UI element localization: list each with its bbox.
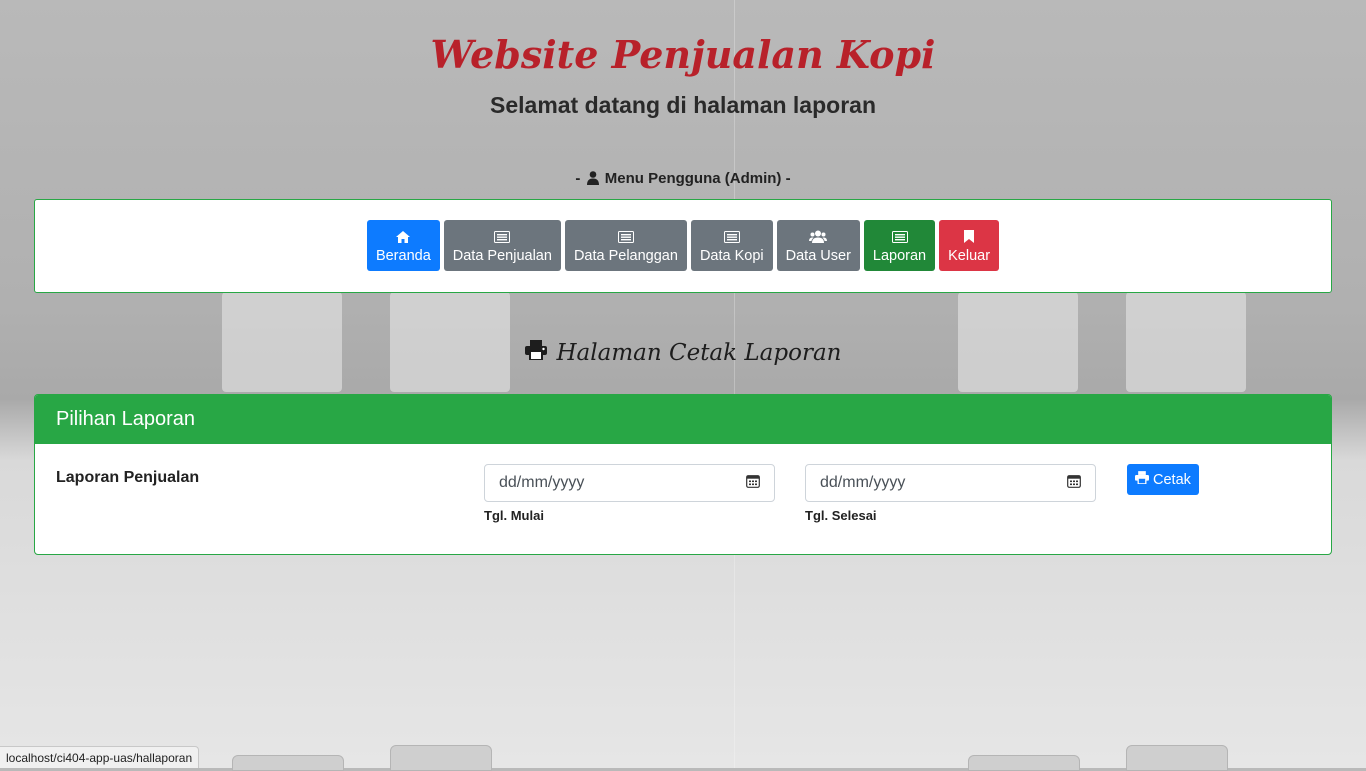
menu-button-label: Beranda	[375, 247, 431, 264]
start-date-hint: Tgl. Mulai	[484, 508, 544, 523]
print-button[interactable]: Cetak	[1127, 464, 1199, 495]
list-icon	[891, 228, 908, 246]
background-coffee-can	[1126, 745, 1228, 771]
print-icon	[524, 340, 547, 366]
calendar-icon[interactable]	[1067, 474, 1081, 493]
page-heading-text: Halaman Cetak Laporan	[556, 340, 842, 366]
menu-button-data-user[interactable]: Data User	[776, 220, 860, 271]
menu-buttons: Beranda Data Penjualan Data Pelanggan Da…	[35, 220, 1331, 271]
start-date-placeholder: dd/mm/yyyy	[499, 474, 585, 491]
list-icon	[723, 228, 740, 246]
menu-button-label: Data User	[785, 247, 851, 264]
menu-button-data-pelanggan[interactable]: Data Pelanggan	[564, 220, 687, 271]
background-coffee-can	[968, 755, 1080, 771]
start-date-input[interactable]: dd/mm/yyyy	[484, 464, 775, 502]
menu-caption-prefix: -	[575, 170, 585, 187]
background-coffee-can	[390, 745, 492, 771]
users-icon	[809, 228, 828, 246]
menu-button-label: Keluar	[948, 247, 991, 264]
status-bar-url: localhost/ci404-app-uas/hallaporan	[0, 746, 200, 768]
print-icon	[1135, 471, 1149, 488]
calendar-icon[interactable]	[746, 474, 760, 493]
report-options-card: Pilihan Laporan Laporan Penjualan dd/mm/…	[34, 394, 1332, 555]
menu-button-label: Data Pelanggan	[573, 247, 678, 264]
end-date-placeholder: dd/mm/yyyy	[820, 474, 906, 491]
menu-button-beranda[interactable]: Beranda	[366, 220, 440, 271]
list-icon	[494, 228, 511, 246]
menu-panel: Beranda Data Penjualan Data Pelanggan Da…	[34, 199, 1332, 293]
menu-button-data-kopi[interactable]: Data Kopi	[690, 220, 773, 271]
end-date-input[interactable]: dd/mm/yyyy	[805, 464, 1096, 502]
list-icon	[617, 228, 634, 246]
print-button-label: Cetak	[1153, 471, 1191, 488]
menu-button-label: Laporan	[872, 247, 927, 264]
page-heading: Halaman Cetak Laporan	[0, 340, 1366, 366]
menu-button-keluar[interactable]: Keluar	[939, 220, 1000, 271]
menu-button-data-penjualan[interactable]: Data Penjualan	[443, 220, 561, 271]
page-subtitle: Selamat datang di halaman laporan	[490, 92, 876, 118]
end-date-hint: Tgl. Selesai	[805, 508, 877, 523]
menu-caption-text: - Menu Pengguna (Admin) -	[575, 170, 790, 187]
site-title: Website Penjualan Kopi	[430, 32, 936, 77]
report-type-label: Laporan Penjualan	[56, 469, 200, 486]
menu-caption-label: Menu Pengguna (Admin) -	[600, 170, 791, 187]
card-header: Pilihan Laporan	[35, 395, 1331, 444]
menu-button-laporan[interactable]: Laporan	[863, 220, 936, 271]
menu-button-label: Data Kopi	[699, 247, 764, 264]
bookmark-icon	[964, 228, 975, 246]
home-icon	[396, 228, 411, 246]
menu-caption: - Menu Pengguna (Admin) -	[0, 170, 1366, 189]
menu-button-label: Data Penjualan	[452, 247, 552, 264]
user-icon	[586, 171, 599, 189]
background-coffee-can	[232, 755, 344, 771]
